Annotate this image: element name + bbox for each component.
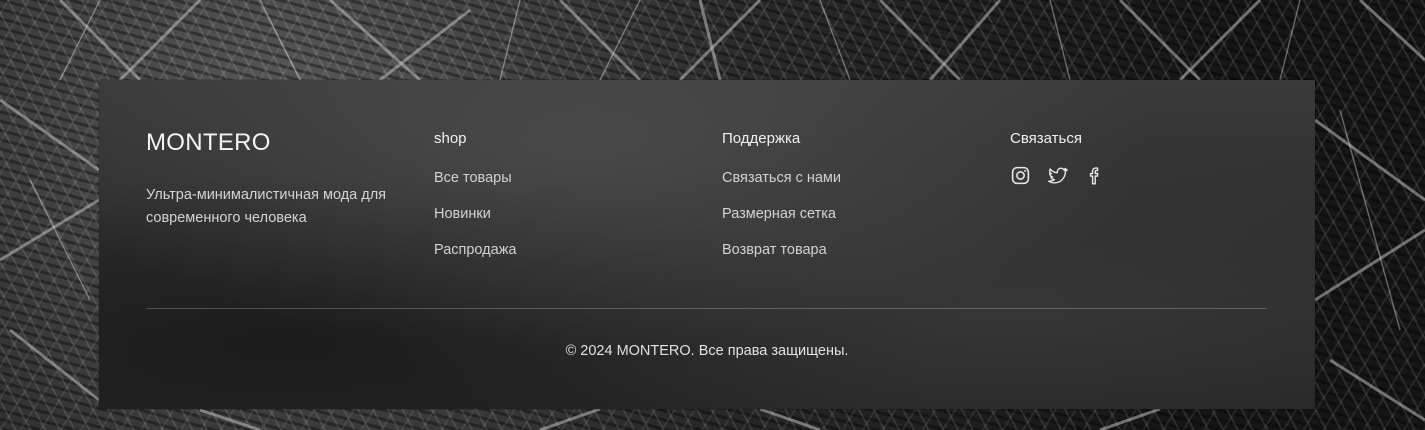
footer-column-connect: Связаться (1010, 129, 1105, 186)
site-footer: MONTERO Ультра-минималистичная мода для … (99, 80, 1315, 409)
footer-link-returns[interactable]: Возврат товара (722, 240, 841, 260)
footer-tagline: Ультра-минималистичная мода для современ… (146, 187, 387, 226)
footer-link-new-arrivals[interactable]: Новинки (434, 204, 516, 224)
footer-column-title: Связаться (1010, 130, 1082, 147)
social-links (1010, 165, 1105, 186)
footer-column-title: Поддержка (722, 130, 801, 147)
footer-copyright: © 2024 MONTERO. Все права защищены. (565, 343, 849, 359)
footer-link-all-products[interactable]: Все товары (434, 168, 516, 188)
twitter-icon[interactable] (1047, 165, 1068, 186)
footer-link-contact-us[interactable]: Связаться с нами (722, 168, 841, 188)
footer-column-title: shop (434, 130, 467, 147)
footer-link-sale[interactable]: Распродажа (434, 240, 516, 260)
footer-column-support: Поддержка Связаться с нами Размерная сет… (722, 129, 841, 276)
footer-brand-logo[interactable]: MONTERO (146, 129, 271, 157)
instagram-icon[interactable] (1010, 165, 1031, 186)
footer-link-list: Все товары Новинки Распродажа (434, 168, 516, 260)
facebook-icon[interactable] (1084, 165, 1105, 186)
footer-link-list: Связаться с нами Размерная сетка Возврат… (722, 168, 841, 260)
footer-link-size-guide[interactable]: Размерная сетка (722, 204, 841, 224)
footer-column-shop: shop Все товары Новинки Распродажа (434, 129, 516, 276)
footer-divider (146, 308, 1267, 309)
